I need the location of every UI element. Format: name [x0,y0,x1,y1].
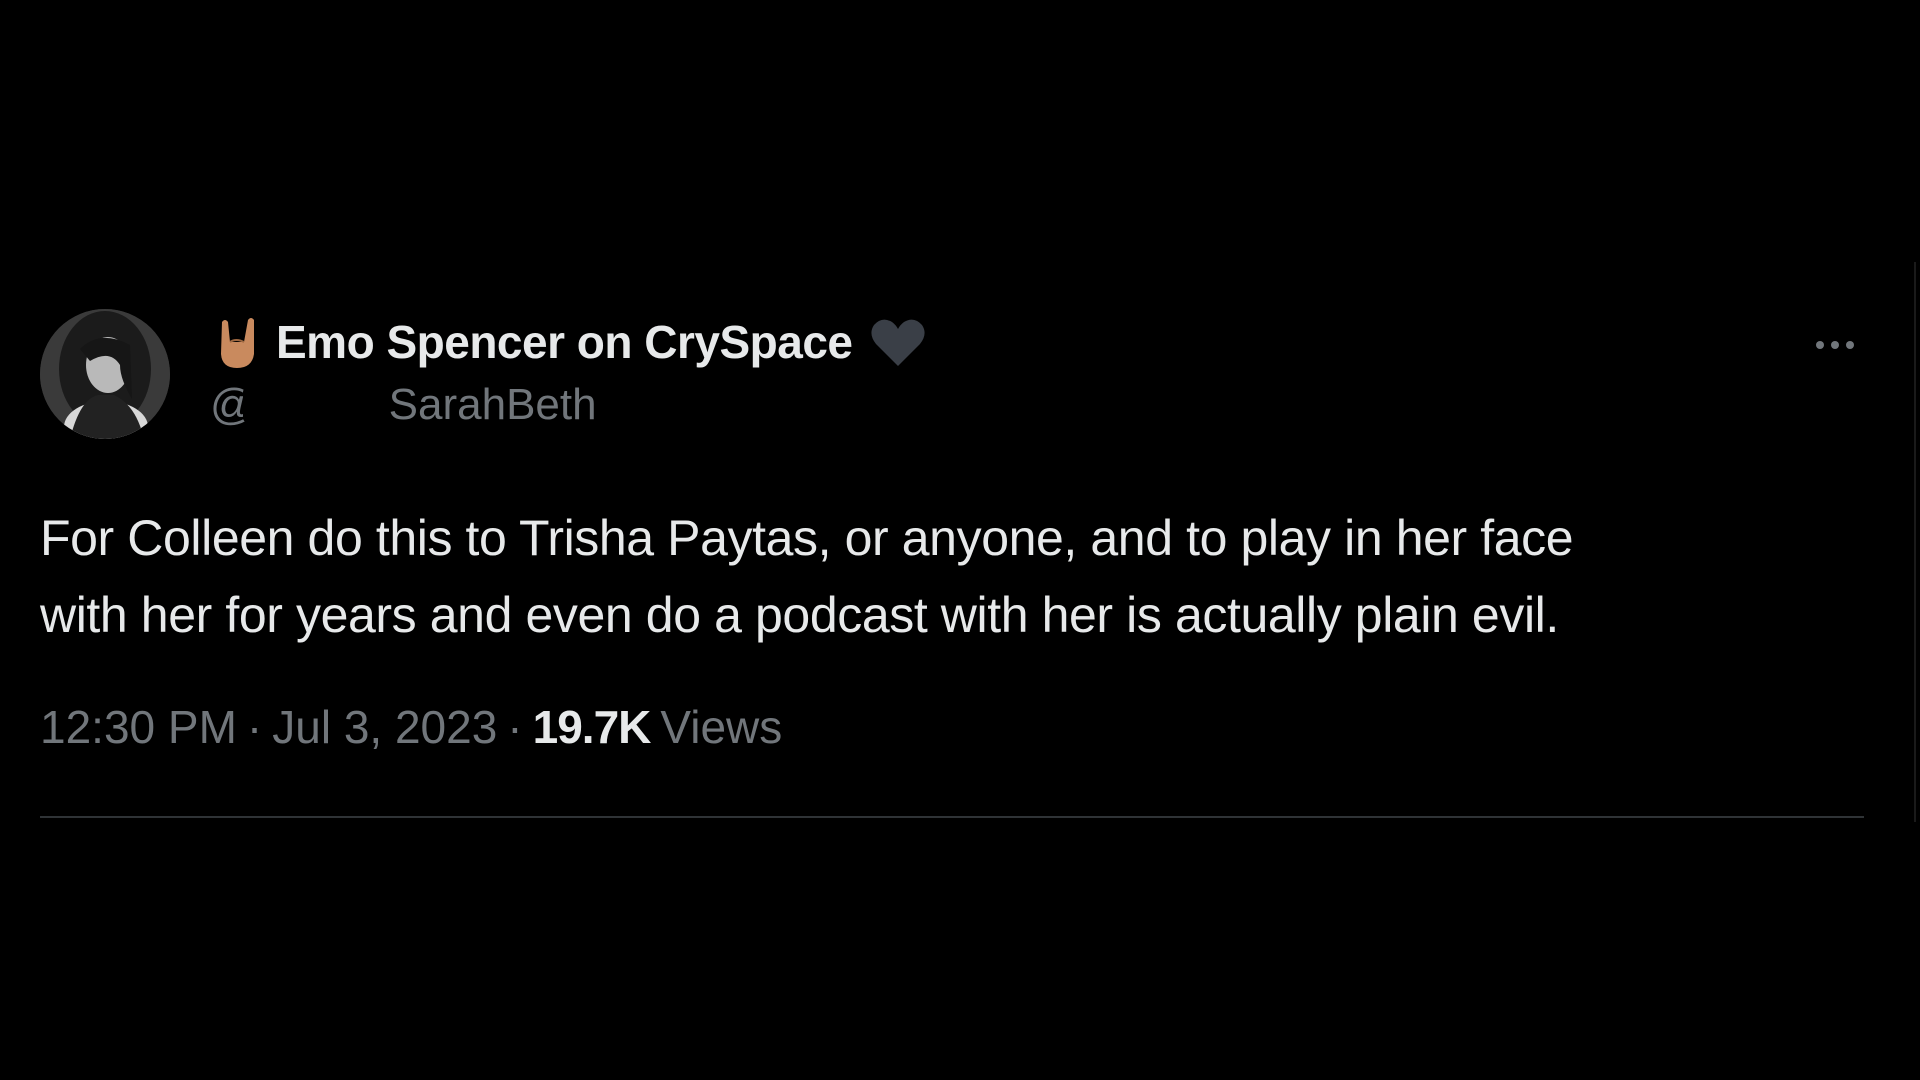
meta-separator-2: · [507,701,523,753]
handle-visible-text: SarahBeth [388,380,597,429]
tweet-date[interactable]: Jul 3, 2023 [272,700,497,754]
handle-redaction [242,388,393,422]
tweet-meta: 12:30 PM · Jul 3, 2023 · 19.7K Views [40,700,782,754]
more-options-button[interactable] [1800,320,1870,370]
views-count: 19.7K [532,701,652,753]
profile-photo-avatar [40,309,170,439]
views-label: Views [660,701,783,753]
tweet-text-line-1: For Colleen do this to Trisha Paytas, or… [40,510,1574,566]
sign-of-horns-icon [221,318,254,368]
author-display-name[interactable]: Emo Spencer on CrySpace [276,315,853,369]
more-horizontal-icon [1816,341,1824,349]
more-horizontal-icon-dot-2 [1831,341,1839,349]
author-handle[interactable]: @ SarahBeth [210,380,597,430]
scrollbar-edge [1914,262,1916,822]
tweet-text-line-2: with her for years and even do a podcast… [40,587,1559,643]
tweet-screenshot: Emo Spencer on CrySpace @ SarahBeth For … [0,0,1920,1080]
tweet-text: For Colleen do this to Trisha Paytas, or… [40,500,1840,654]
more-horizontal-icon-dot-3 [1846,341,1854,349]
divider [40,816,1864,818]
tweet-time[interactable]: 12:30 PM [40,700,237,754]
black-heart-icon [871,319,926,366]
meta-separator: · [246,701,263,753]
avatar[interactable] [40,309,170,439]
author-name-row: Emo Spencer on CrySpace [212,312,928,372]
